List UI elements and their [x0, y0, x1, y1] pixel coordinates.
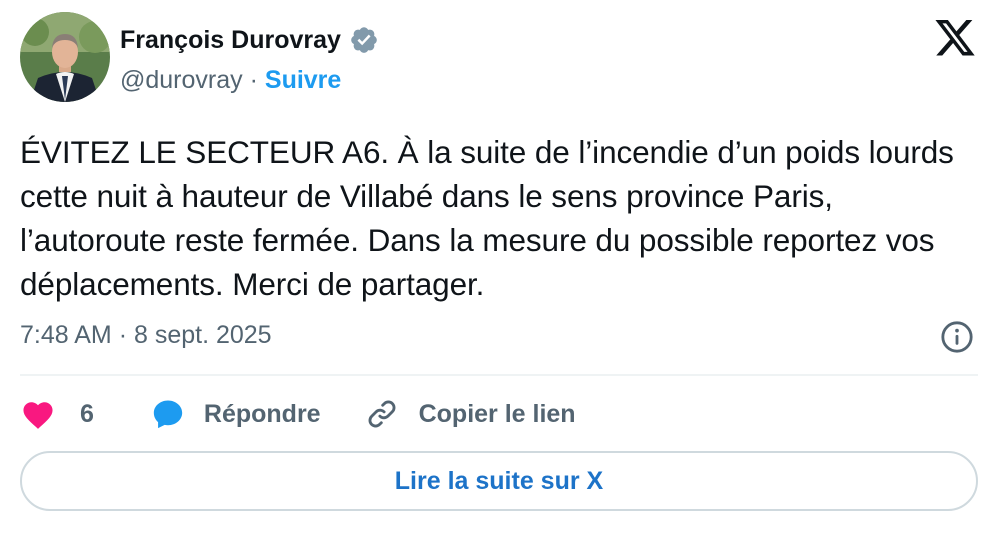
author-avatar[interactable]: [20, 12, 110, 102]
tweet-time[interactable]: 7:48 AM: [20, 321, 112, 349]
like-count: 6: [80, 399, 94, 428]
read-more-button[interactable]: Lire la suite sur X: [20, 451, 978, 511]
tweet-actions: 6 Répondre Copier le lien: [20, 392, 576, 436]
follow-link[interactable]: Suivre: [265, 66, 341, 94]
tweet-timestamp[interactable]: 7:48 AM · 8 sept. 2025: [20, 318, 272, 352]
reply-label: Répondre: [203, 399, 321, 428]
like-button[interactable]: 6: [20, 398, 94, 430]
tweet-date[interactable]: 8 sept. 2025: [134, 321, 272, 349]
copy-link-label: Copier le lien: [418, 399, 576, 428]
verified-badge-icon: [351, 27, 377, 53]
divider: [20, 374, 978, 376]
handle-line: @durovray · Suivre: [120, 64, 341, 96]
link-icon: [368, 400, 396, 428]
handle-separator: ·: [249, 66, 258, 94]
speech-bubble-icon: [153, 400, 183, 429]
reply-button[interactable]: Répondre: [150, 397, 321, 431]
author-name-row[interactable]: François Durovray: [120, 24, 379, 56]
info-icon[interactable]: [940, 320, 974, 354]
tweet-text: ÉVITEZ LE SECTEUR A6. À la suite de l’in…: [20, 134, 954, 302]
avatar-photo: [20, 12, 110, 102]
author-handle[interactable]: @durovray: [120, 66, 243, 94]
author-name[interactable]: François Durovray: [120, 24, 341, 56]
timestamp-separator: ·: [118, 321, 128, 349]
x-logo-icon[interactable]: [932, 20, 978, 60]
copy-link-button[interactable]: Copier le lien: [365, 397, 576, 431]
heart-icon: [23, 402, 53, 429]
